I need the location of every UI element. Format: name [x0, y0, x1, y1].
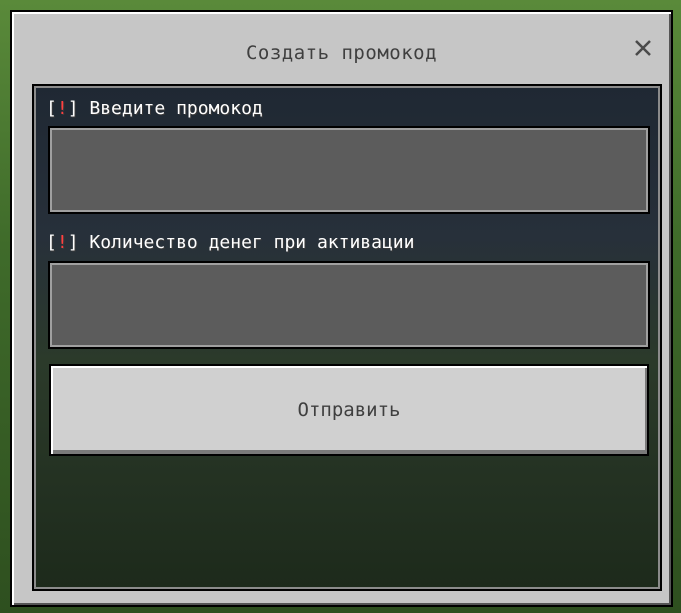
promo-code-input[interactable]	[50, 128, 648, 212]
money-amount-field[interactable]	[48, 261, 650, 349]
close-icon	[635, 40, 651, 56]
dialog-title: Создать промокод	[245, 42, 438, 64]
required-marker: [!]	[46, 98, 79, 119]
money-amount-label: Количество денег при активации	[89, 232, 415, 253]
form-panel: [!] Введите промокод [!] Количество дене…	[32, 84, 662, 591]
submit-button[interactable]: Отправить	[49, 364, 649, 456]
create-promocode-dialog: Создать промокод [!] Введите промокод [!…	[10, 10, 673, 607]
promo-code-field[interactable]	[48, 126, 650, 214]
money-amount-label-row: [!] Количество денег при активации	[46, 232, 414, 253]
money-amount-input[interactable]	[50, 263, 648, 347]
close-button[interactable]	[631, 36, 655, 60]
required-marker: [!]	[46, 232, 79, 253]
promo-code-label-row: [!] Введите промокод	[46, 98, 263, 119]
promo-code-label: Введите промокод	[89, 98, 263, 119]
